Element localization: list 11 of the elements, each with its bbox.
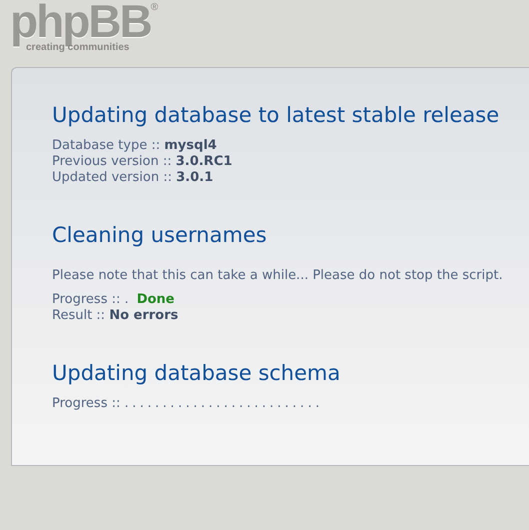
info-line: Previous version :: 3.0.RC1 (52, 154, 234, 170)
section-heading: Cleaning usernames (52, 222, 268, 249)
section-heading: Updating database to latest stable release (52, 102, 500, 129)
info-line: Database type :: mysql4 (52, 138, 218, 154)
registered-mark: ® (150, 2, 158, 13)
info-line: Result :: No errors (52, 308, 180, 324)
section-heading: Updating database schema (52, 360, 342, 387)
info-line: Progress :: . Done (52, 292, 176, 308)
info-line: Updated version :: 3.0.1 (52, 170, 214, 186)
info-line: Progress :: .......................... (52, 396, 324, 412)
note-text: Please note that this can take a while... Please do not stop the script. (52, 268, 504, 284)
